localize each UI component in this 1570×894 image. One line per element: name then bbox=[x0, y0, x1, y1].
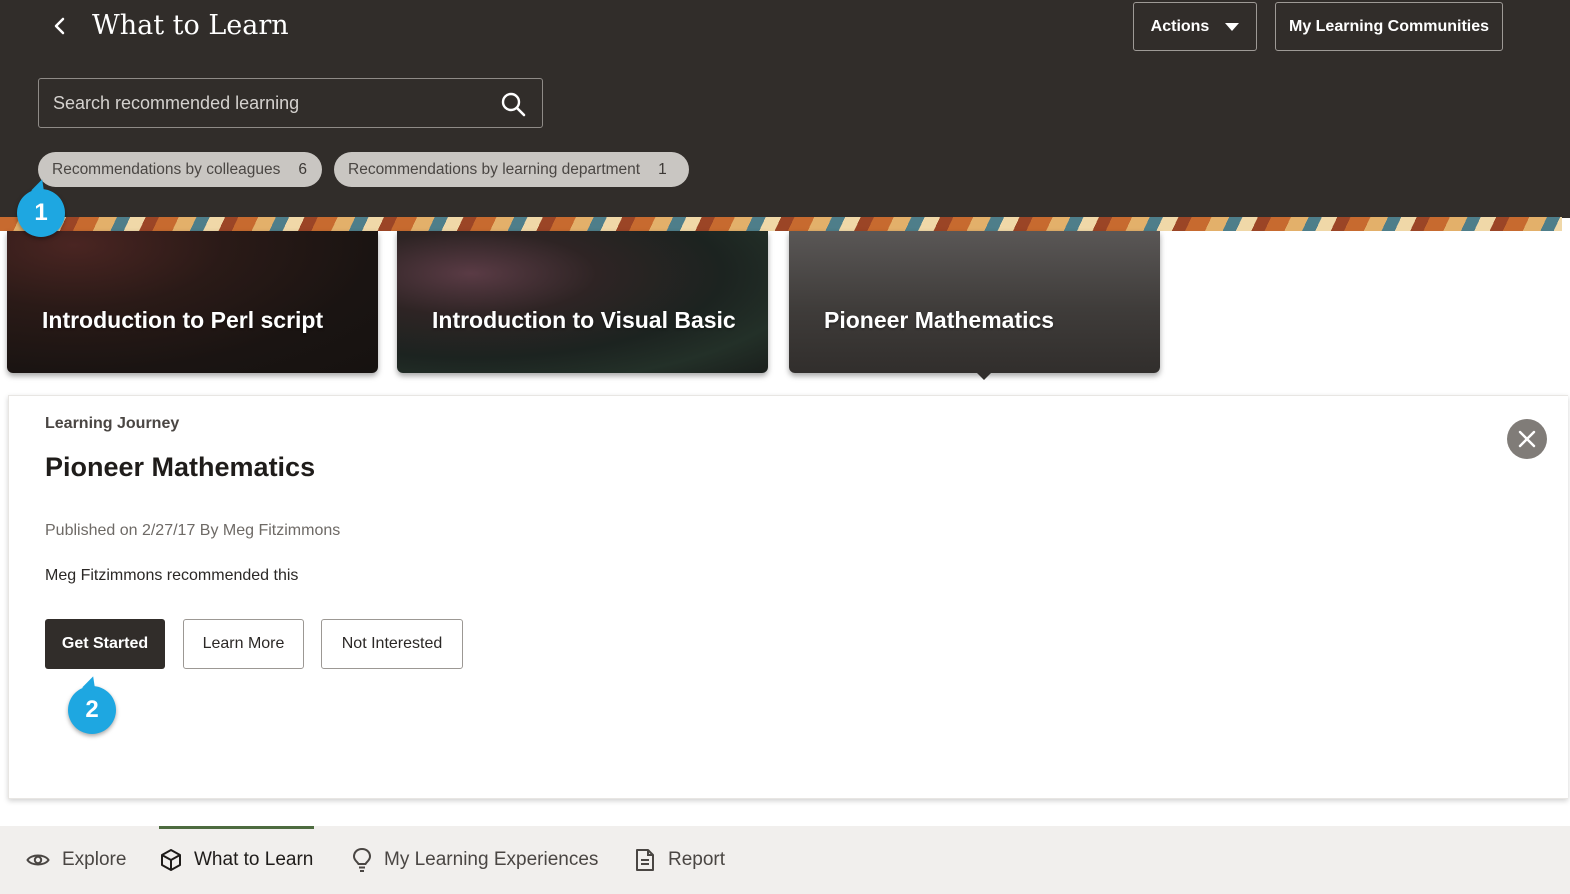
learn-more-button[interactable]: Learn More bbox=[183, 619, 304, 669]
eye-icon bbox=[26, 854, 50, 866]
search-icon[interactable] bbox=[500, 91, 526, 117]
search-input[interactable] bbox=[40, 80, 490, 126]
detail-panel: Learning Journey Pioneer Mathematics Pub… bbox=[8, 395, 1568, 799]
card-title: Pioneer Mathematics bbox=[824, 307, 1055, 333]
filter-chip-label: Recommendations by colleagues bbox=[52, 160, 281, 178]
back-button[interactable] bbox=[44, 10, 76, 42]
filter-chip-colleagues[interactable]: Recommendations by colleagues 6 bbox=[38, 152, 322, 187]
detail-published: Published on 2/27/17 By Meg Fitzimmons bbox=[45, 522, 341, 539]
callout-marker-2: 2 bbox=[68, 686, 116, 734]
tab-explore[interactable]: Explore bbox=[26, 826, 126, 894]
bottom-navigation: Explore What to Learn My Learning Experi… bbox=[0, 826, 1570, 894]
actions-button-label: Actions bbox=[1150, 17, 1210, 35]
card-title: Introduction to Visual Basic bbox=[432, 307, 736, 333]
detail-type: Learning Journey bbox=[45, 415, 180, 432]
page-header: What to Learn Actions My Learning Commun… bbox=[0, 0, 1570, 218]
caret-down-icon bbox=[1225, 22, 1240, 31]
tab-label: What to Learn bbox=[194, 849, 314, 870]
close-button[interactable] bbox=[1507, 419, 1547, 459]
my-learning-communities-button[interactable]: My Learning Communities bbox=[1275, 2, 1503, 51]
tab-my-learning-experiences[interactable]: My Learning Experiences bbox=[352, 826, 598, 894]
close-icon bbox=[1518, 430, 1536, 448]
tab-what-to-learn[interactable]: What to Learn bbox=[158, 826, 315, 894]
card-title: Introduction to Perl script bbox=[42, 307, 324, 333]
tab-label: Report bbox=[668, 849, 726, 870]
cube-icon bbox=[161, 849, 181, 871]
tab-label: My Learning Experiences bbox=[384, 849, 599, 870]
lightbulb-icon bbox=[352, 847, 372, 872]
tab-label: Explore bbox=[62, 849, 127, 870]
selected-card-pointer bbox=[976, 372, 992, 380]
detail-title: Pioneer Mathematics bbox=[45, 452, 316, 482]
filter-chip-count: 6 bbox=[298, 160, 307, 178]
callout-marker-1: 1 bbox=[17, 189, 65, 237]
page-title: What to Learn bbox=[92, 10, 289, 41]
chevron-left-icon bbox=[54, 17, 65, 35]
tab-report[interactable]: Report bbox=[634, 826, 725, 894]
filter-chip-count: 1 bbox=[658, 160, 667, 178]
card-pioneer-mathematics[interactable]: Pioneer Mathematics bbox=[789, 231, 1160, 380]
search-box bbox=[38, 78, 543, 128]
actions-button[interactable]: Actions bbox=[1133, 2, 1257, 51]
filter-chip-label: Recommendations by learning department bbox=[348, 160, 641, 178]
card-introduction-to-visual-basic[interactable]: Introduction to Visual Basic bbox=[397, 231, 768, 373]
detail-recommended-by: Meg Fitzimmons recommended this bbox=[45, 567, 299, 584]
card-introduction-to-perl-script[interactable]: Introduction to Perl script bbox=[7, 231, 378, 373]
get-started-button[interactable]: Get Started bbox=[45, 619, 165, 669]
decorative-banner bbox=[0, 217, 1562, 231]
not-interested-button[interactable]: Not Interested bbox=[321, 619, 463, 669]
filter-chip-learning-department[interactable]: Recommendations by learning department 1 bbox=[334, 152, 689, 187]
report-icon bbox=[636, 849, 654, 871]
